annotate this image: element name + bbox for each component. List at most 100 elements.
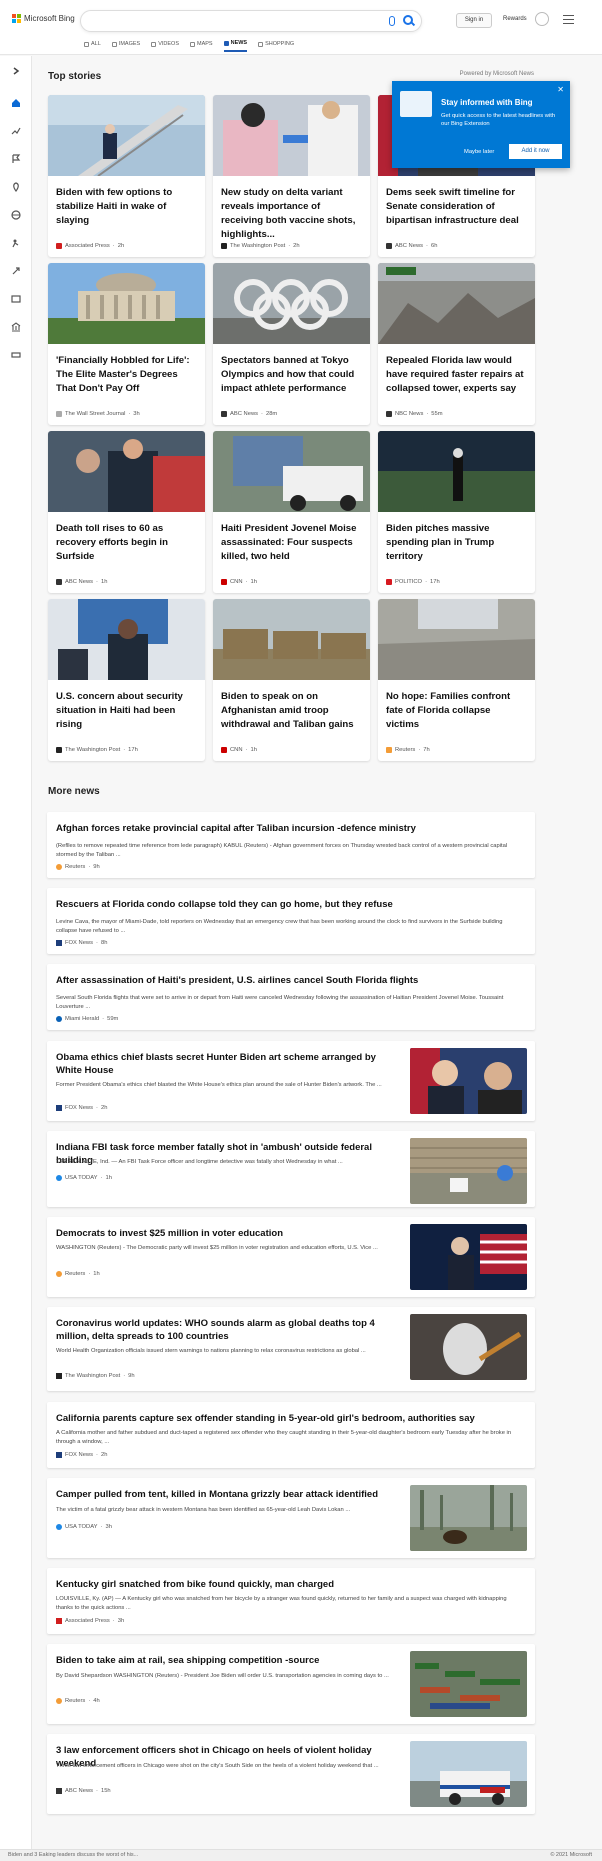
expand-chevron-icon[interactable] xyxy=(11,66,21,76)
story-card[interactable]: Death toll rises to 60 as recovery effor… xyxy=(48,431,205,593)
news-item[interactable]: Kentucky girl snatched from bike found q… xyxy=(47,1568,535,1634)
story-card[interactable]: 'Financially Hobbled for Life': The Elit… xyxy=(48,263,205,425)
home-icon[interactable] xyxy=(11,98,21,108)
story-source: The Washington Post · 17h xyxy=(56,747,138,753)
news-source: Associated Press · 3h xyxy=(56,1618,124,1624)
money-icon[interactable] xyxy=(11,350,21,360)
story-card[interactable]: Spectators banned at Tokyo Olympics and … xyxy=(213,263,370,425)
publisher-logo-icon xyxy=(56,579,62,585)
story-card[interactable]: Biden pitches massive spending plan in T… xyxy=(378,431,535,593)
hamburger-menu-icon[interactable] xyxy=(563,15,574,24)
sports-icon[interactable] xyxy=(11,238,21,248)
publisher-logo-icon xyxy=(221,411,227,417)
news-thumbnail xyxy=(410,1741,527,1807)
news-title: After assassination of Haiti's president… xyxy=(56,975,419,986)
trending-icon[interactable] xyxy=(11,126,21,136)
powered-by-label: Powered by Microsoft News xyxy=(459,71,534,77)
story-title: Biden to speak on on Afghanistan amid tr… xyxy=(221,691,354,730)
trophy-icon[interactable] xyxy=(535,12,549,26)
news-source: FOX News · 8h xyxy=(56,940,107,946)
footer-right-text: © 2021 Microsoft xyxy=(550,1852,592,1858)
news-title: Afghan forces retake provincial capital … xyxy=(56,823,416,834)
news-item[interactable]: Coronavirus world updates: WHO sounds al… xyxy=(47,1307,535,1391)
popup-body: Get quick access to the latest headlines… xyxy=(441,113,556,127)
tab-images[interactable]: IMAGES xyxy=(111,40,140,52)
news-item[interactable]: California parents capture sex offender … xyxy=(47,1402,535,1468)
news-item[interactable]: Camper pulled from tent, killed in Monta… xyxy=(47,1478,535,1558)
news-item[interactable]: After assassination of Haiti's president… xyxy=(47,964,535,1030)
publisher-logo-icon xyxy=(386,579,392,585)
footer: Biden and 3 Eaking leaders discuss the w… xyxy=(0,1849,602,1861)
news-item[interactable]: Democrats to invest $25 million in voter… xyxy=(47,1217,535,1297)
flag-icon[interactable] xyxy=(11,154,21,164)
story-image xyxy=(48,599,205,680)
story-card[interactable]: Repealed Florida law would have required… xyxy=(378,263,535,425)
search-tabs: ALL IMAGES VIDEOS MAPS NEWS SHOPPING xyxy=(84,40,294,52)
news-source: Reuters · 4h xyxy=(56,1698,100,1704)
story-image xyxy=(378,263,535,344)
story-source: Reuters · 7h xyxy=(386,747,430,753)
location-icon[interactable] xyxy=(11,182,21,192)
story-title: 'Financially Hobbled for Life': The Elit… xyxy=(56,355,190,394)
news-item[interactable]: Rescuers at Florida condo collapse told … xyxy=(47,888,535,954)
tab-videos[interactable]: VIDEOS xyxy=(151,40,179,52)
science-rocket-icon[interactable] xyxy=(11,266,21,276)
publisher-logo-icon xyxy=(221,243,227,249)
tab-news[interactable]: NEWS xyxy=(223,40,248,52)
politics-building-icon[interactable] xyxy=(11,322,21,332)
news-thumbnail xyxy=(410,1224,527,1290)
story-card[interactable]: New study on delta variant reveals impor… xyxy=(213,95,370,257)
story-image xyxy=(213,599,370,680)
news-item[interactable]: Obama ethics chief blasts secret Hunter … xyxy=(47,1041,535,1121)
bing-extension-popup: ✕ Stay informed with Bing Get quick acce… xyxy=(392,81,570,168)
news-item[interactable]: 3 law enforcement officers shot in Chica… xyxy=(47,1734,535,1814)
story-image xyxy=(378,599,535,680)
publisher-logo-icon xyxy=(56,1788,62,1794)
news-thumbnail xyxy=(410,1651,527,1717)
news-item[interactable]: Indiana FBI task force member fatally sh… xyxy=(47,1131,535,1207)
news-thumbnail xyxy=(410,1314,527,1380)
story-card[interactable]: U.S. concern about security situation in… xyxy=(48,599,205,761)
story-card[interactable]: No hope: Families confront fate of Flori… xyxy=(378,599,535,761)
entertainment-icon[interactable] xyxy=(11,294,21,304)
story-title: Biden with few options to stabilize Hait… xyxy=(56,187,173,226)
story-card[interactable]: Biden with few options to stabilize Hait… xyxy=(48,95,205,257)
story-image xyxy=(213,95,370,176)
news-item[interactable]: Biden to take aim at rail, sea shipping … xyxy=(47,1644,535,1724)
story-title: New study on delta variant reveals impor… xyxy=(221,187,356,240)
video-icon xyxy=(151,41,157,47)
add-it-now-button[interactable]: Add it now xyxy=(509,144,562,159)
story-title: Haiti President Jovenel Moise assassinat… xyxy=(221,523,357,562)
news-description: By David Shepardson WASHINGTON (Reuters)… xyxy=(56,1673,389,1679)
tab-shopping[interactable]: SHOPPING xyxy=(258,40,294,52)
news-title: Biden to take aim at rail, sea shipping … xyxy=(56,1655,320,1666)
story-card[interactable]: Haiti President Jovenel Moise assassinat… xyxy=(213,431,370,593)
news-title: Rescuers at Florida condo collapse told … xyxy=(56,899,393,910)
sign-in-button[interactable]: Sign in xyxy=(456,13,492,28)
publisher-logo-icon xyxy=(56,1105,62,1111)
map-pin-icon xyxy=(190,41,195,47)
microphone-icon[interactable] xyxy=(389,16,395,26)
story-title: Dems seek swift timeline for Senate cons… xyxy=(386,187,519,226)
story-source: CNN · 1h xyxy=(221,579,257,585)
story-image xyxy=(48,95,205,177)
news-title: Camper pulled from tent, killed in Monta… xyxy=(56,1489,378,1500)
news-description: Several South Florida flights that were … xyxy=(56,995,504,1010)
search-input[interactable] xyxy=(80,10,422,32)
story-title: U.S. concern about security situation in… xyxy=(56,691,183,730)
news-title: Coronavirus world updates: WHO sounds al… xyxy=(56,1318,375,1342)
globe-icon[interactable] xyxy=(11,210,21,220)
bing-logo[interactable]: Microsoft Bing xyxy=(12,14,75,23)
maybe-later-button[interactable]: Maybe later xyxy=(464,149,494,155)
story-card[interactable]: Biden to speak on on Afghanistan amid tr… xyxy=(213,599,370,761)
publisher-logo-icon xyxy=(56,1698,62,1704)
tab-maps[interactable]: MAPS xyxy=(190,40,213,52)
rewards-link[interactable]: Rewards xyxy=(503,16,527,22)
extension-illustration xyxy=(400,91,432,117)
news-item[interactable]: Afghan forces retake provincial capital … xyxy=(47,812,535,878)
publisher-logo-icon xyxy=(56,1016,62,1022)
tab-all[interactable]: ALL xyxy=(84,40,101,52)
publisher-logo-icon xyxy=(56,1524,62,1530)
close-icon[interactable]: ✕ xyxy=(557,85,564,94)
search-icon[interactable] xyxy=(403,15,413,25)
